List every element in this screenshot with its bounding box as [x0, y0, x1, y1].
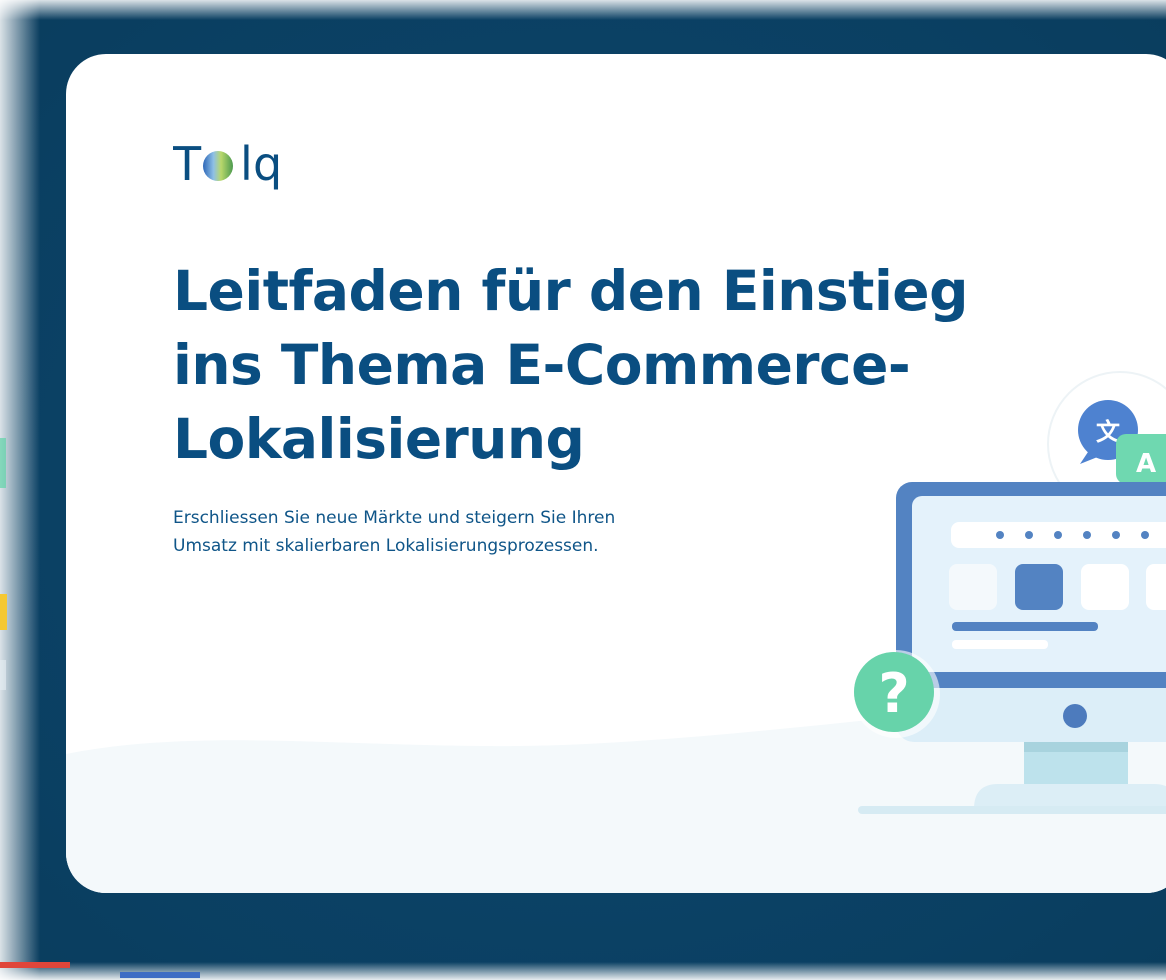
tolq-logo: T l q [173, 137, 282, 191]
svg-text:A: A [1136, 449, 1156, 479]
edge-mark-green [0, 438, 6, 488]
edge-mark-blue [120, 972, 200, 978]
logo-ring [203, 151, 233, 181]
hero-card: T l q Leitfaden für den Einstieg ins The… [66, 54, 1166, 893]
edge-mark-white [0, 660, 6, 690]
logo-letter-q: q [253, 137, 282, 191]
logo-letter-t: T [173, 137, 202, 191]
svg-text:?: ? [878, 662, 909, 725]
question-icon: ? [852, 650, 940, 738]
edge-mark-yellow [0, 594, 7, 630]
subtitle: Erschliessen Sie neue Märkte und steiger… [173, 504, 693, 560]
title-line-1: Leitfaden für den Einstieg [173, 259, 968, 323]
computer-monitor-icon [858, 482, 1166, 814]
localization-illustration: 文 A ? [852, 371, 1166, 814]
edge-mark-red [0, 962, 70, 968]
subtitle-line-1: Erschliessen Sie neue Märkte und steiger… [173, 508, 616, 528]
logo-letter-l: l [240, 137, 253, 191]
subtitle-line-2: Umsatz mit skalierbaren Lokalisierungspr… [173, 536, 599, 556]
